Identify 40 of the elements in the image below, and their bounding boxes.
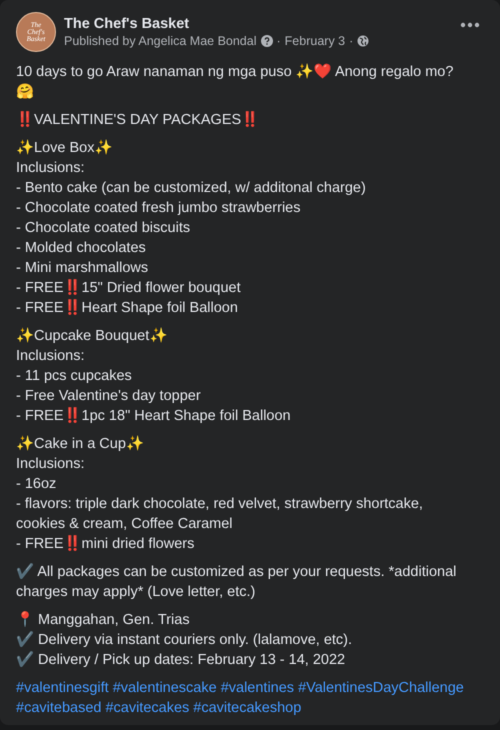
help-icon[interactable] — [260, 35, 272, 47]
hashtag-link[interactable]: #cavitecakes — [105, 698, 190, 718]
post-text-line: - Chocolate coated fresh jumbo strawberries — [16, 199, 302, 218]
separator-dot: · — [349, 34, 354, 48]
post-text-line: - 16oz — [16, 475, 58, 494]
post-text-line: 10 days to go Araw nanaman ng mga puso ✨❤ Anong regalo mo? 🤗 — [16, 62, 454, 102]
post-text-line: ‼VALENTINE'S DAY PACKAGES‼ — [16, 110, 260, 130]
hashtag-link[interactable]: #cavitecakeshop — [193, 698, 302, 718]
post-text-line: ✨Love Box✨ — [16, 138, 114, 158]
post-text-line: ✔ Delivery via instant couriers only. (lalamove, etc). — [16, 630, 354, 650]
post-text-line: 📍 Manggahan, Gen. Trias — [16, 610, 191, 630]
globe-icon — [357, 35, 370, 47]
more-options-icon[interactable] — [460, 22, 480, 28]
post-text-line: - Mini marshmallows — [16, 259, 150, 278]
post-text-line: ✨Cupcake Bouquet✨ — [16, 326, 168, 346]
separator-dot: · — [276, 34, 281, 48]
publisher-text: Published by Angelica Mae Bondal — [64, 34, 256, 48]
hashtag-link[interactable]: #valentines — [220, 678, 294, 698]
post-text-line: Inclusions: — [16, 455, 86, 474]
post-date[interactable]: February 3 — [284, 34, 346, 48]
post-text-line: Inclusions: — [16, 159, 86, 178]
post-text-line: ✔ Delivery / Pick up dates: February 13 - 14, 2022 — [16, 650, 346, 670]
post-text-line: - Molded chocolates — [16, 239, 147, 258]
hashtag-link[interactable]: #valentinesgift — [16, 678, 109, 698]
post-text-line: - FREE‼mini dried flowers — [16, 534, 196, 554]
post-text-line: - FREE‼15" Dried flower bouquet — [16, 278, 242, 298]
post-text-line: ✔ All packages can be customized as per your requests. *additional charges may apply* (Love letter, etc.) — [16, 562, 458, 602]
post-text-line: - FREE‼Heart Shape foil Balloon — [16, 298, 239, 318]
post-text-line: - Bento cake (can be customized, w/ additonal charge) — [16, 179, 367, 198]
hashtag-link[interactable]: #cavitebased — [16, 698, 102, 718]
post-text-line: - FREE‼1pc 18" Heart Shape foil Balloon — [16, 406, 292, 426]
post-text-line: - 11 pcs cupcakes — [16, 367, 133, 386]
post-text-line: - Free Valentine's day topper — [16, 387, 202, 406]
hashtag-link[interactable]: #ValentinesDayChallenge — [298, 678, 464, 698]
post-text-line: Inclusions: — [16, 347, 86, 366]
hashtag-link[interactable]: #valentinescake — [112, 678, 217, 698]
post-text-line: - flavors: triple dark chocolate, red velvet, strawberry shortcake, cookies & cream, Coffee Caramel — [16, 495, 424, 534]
post-text-line: - Chocolate coated biscuits — [16, 219, 192, 238]
page-name[interactable]: The Chef's Basket — [64, 16, 448, 32]
post-text-line: ✨Cake in a Cup✨ — [16, 434, 145, 454]
